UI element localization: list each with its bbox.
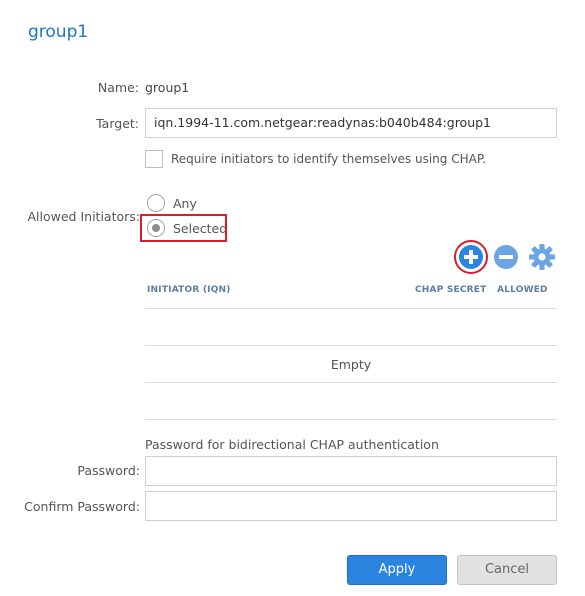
table-divider-bottom — [145, 419, 557, 420]
confirm-password-input[interactable] — [145, 491, 557, 521]
radio-any-label: Any — [173, 196, 197, 211]
allowed-initiators-label: Allowed Initiators: — [27, 209, 141, 224]
plus-circle-icon[interactable] — [459, 245, 483, 269]
cancel-button[interactable]: Cancel — [457, 555, 557, 585]
bidirectional-chap-heading: Password for bidirectional CHAP authenti… — [145, 437, 439, 452]
column-header-initiator[interactable]: INITIATOR (IQN) — [147, 285, 231, 295]
column-header-chap-secret[interactable]: CHAP SECRET — [415, 285, 486, 295]
confirm-password-label: Confirm Password: — [24, 499, 140, 514]
apply-button[interactable]: Apply — [347, 555, 447, 585]
chap-checkbox-label: Require initiators to identify themselve… — [171, 152, 487, 166]
minus-circle-icon[interactable] — [494, 245, 518, 269]
column-header-allowed[interactable]: ALLOWED — [497, 285, 548, 295]
chap-checkbox[interactable] — [145, 150, 163, 168]
page-title: group1 — [28, 22, 89, 42]
name-label: Name: — [97, 80, 139, 95]
password-label: Password: — [77, 463, 140, 478]
target-label: Target: — [96, 116, 139, 131]
name-value: group1 — [145, 80, 190, 95]
target-field[interactable]: iqn.1994-11.com.netgear:readynas:b040b48… — [145, 108, 557, 138]
radio-any[interactable] — [147, 194, 165, 212]
table-divider-2 — [145, 345, 557, 346]
selected-highlight-box — [140, 214, 227, 242]
password-input[interactable] — [145, 456, 557, 486]
gear-icon[interactable] — [529, 244, 555, 270]
table-divider-3 — [145, 382, 557, 383]
table-empty-text: Empty — [330, 357, 372, 372]
table-divider-top — [145, 308, 557, 309]
